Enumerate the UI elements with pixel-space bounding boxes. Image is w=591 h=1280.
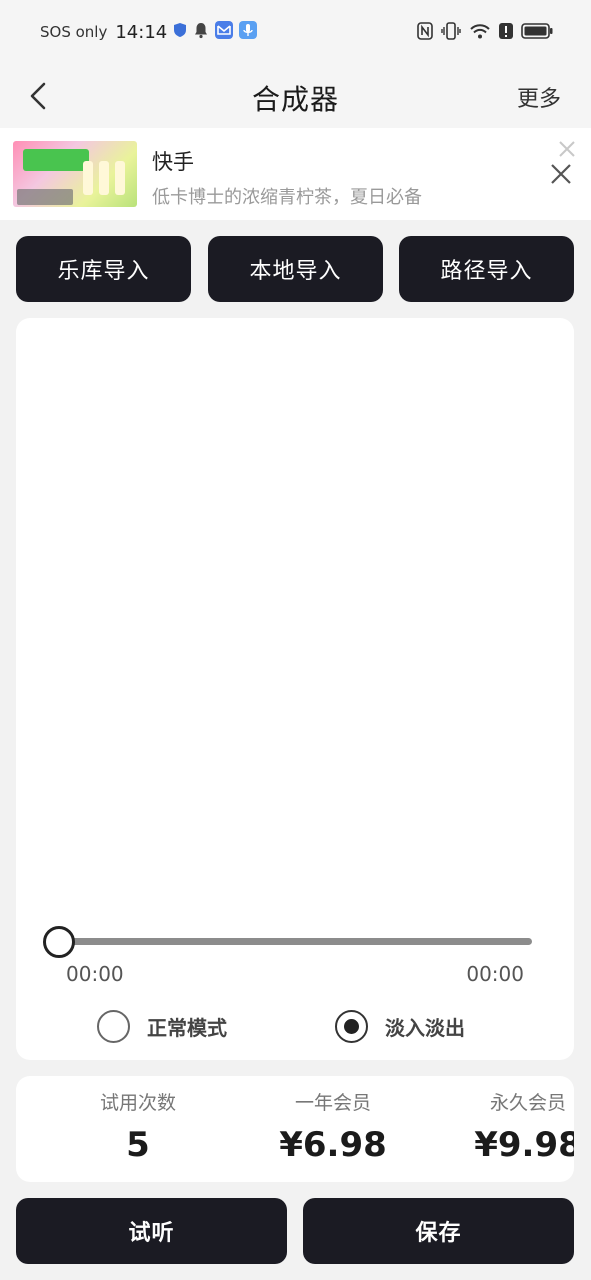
- progress-track[interactable]: [60, 938, 532, 945]
- nfc-icon: [417, 22, 433, 44]
- pricing-trial[interactable]: 试用次数 5: [38, 1076, 238, 1165]
- ad-close-icon-small[interactable]: [557, 139, 577, 159]
- pricing-label: 一年会员: [294, 1092, 371, 1114]
- app-header: 合成器 更多: [0, 64, 591, 128]
- audio-editor-card: 00:00 00:00 正常模式 淡入淡出: [16, 318, 574, 1060]
- local-import-button[interactable]: 本地导入: [208, 236, 383, 302]
- ad-close-button[interactable]: [549, 162, 573, 186]
- pricing-label: 试用次数: [99, 1092, 176, 1114]
- pricing-label: 永久会员: [489, 1092, 566, 1114]
- path-import-button[interactable]: 路径导入: [399, 236, 574, 302]
- radio-unselected[interactable]: [97, 1010, 130, 1043]
- ad-thumbnail-bottle: [99, 161, 109, 195]
- pricing-value: ¥6.98: [279, 1125, 387, 1165]
- status-bar-right: [417, 22, 553, 44]
- ad-description: 低卡博士的浓缩青柠茶，夏日必备: [152, 187, 422, 208]
- library-import-button[interactable]: 乐库导入: [16, 236, 191, 302]
- shield-icon: [173, 22, 187, 42]
- preview-button[interactable]: 试听: [16, 1198, 287, 1264]
- mic-app-icon: [239, 21, 258, 43]
- pricing-value: 5: [126, 1125, 150, 1165]
- ad-thumbnail-tag: [17, 189, 73, 205]
- save-button[interactable]: 保存: [303, 1198, 574, 1264]
- mode-option-normal[interactable]: 正常模式: [97, 1010, 227, 1043]
- ad-thumbnail[interactable]: [13, 141, 137, 207]
- status-bar-left: SOS only 14:14: [40, 21, 258, 43]
- mail-app-icon: [215, 21, 234, 43]
- close-icon: [559, 141, 575, 157]
- pricing-value: ¥9.98: [474, 1125, 574, 1165]
- wifi-icon: [469, 22, 491, 44]
- pricing-card: 试用次数 5 一年会员 ¥6.98 永久会员 ¥9.98: [16, 1076, 574, 1182]
- bottom-actions: 试听 保存: [16, 1198, 574, 1264]
- current-time: 00:00: [66, 962, 124, 986]
- status-bar: SOS only 14:14: [0, 0, 591, 64]
- close-icon: [551, 164, 571, 184]
- ad-thumbnail-badge: [23, 149, 89, 171]
- carrier-text: SOS only: [40, 23, 108, 41]
- ad-banner[interactable]: 快手 低卡博士的浓缩青柠茶，夏日必备: [0, 128, 591, 220]
- page-title: 合成器: [251, 83, 339, 116]
- mode-label: 淡入淡出: [385, 1016, 465, 1040]
- status-time: 14:14: [115, 21, 168, 43]
- bell-icon: [193, 22, 209, 43]
- radio-selected[interactable]: [335, 1010, 368, 1043]
- more-button[interactable]: 更多: [517, 81, 561, 113]
- battery-icon: [521, 22, 553, 44]
- total-time: 00:00: [466, 962, 524, 986]
- vibrate-icon: [441, 22, 461, 44]
- ad-thumbnail-bottle: [115, 161, 125, 195]
- mode-label: 正常模式: [147, 1016, 227, 1040]
- mode-option-fade[interactable]: 淡入淡出: [335, 1010, 465, 1043]
- radio-dot: [344, 1019, 359, 1034]
- ad-title: 快手: [152, 150, 194, 174]
- pricing-lifetime[interactable]: 永久会员 ¥9.98: [428, 1076, 574, 1165]
- ad-thumbnail-bottle: [83, 161, 93, 195]
- import-buttons: 乐库导入 本地导入 路径导入: [16, 236, 574, 302]
- progress-handle[interactable]: [43, 926, 75, 958]
- pricing-yearly[interactable]: 一年会员 ¥6.98: [233, 1076, 433, 1165]
- alert-icon: [499, 22, 513, 44]
